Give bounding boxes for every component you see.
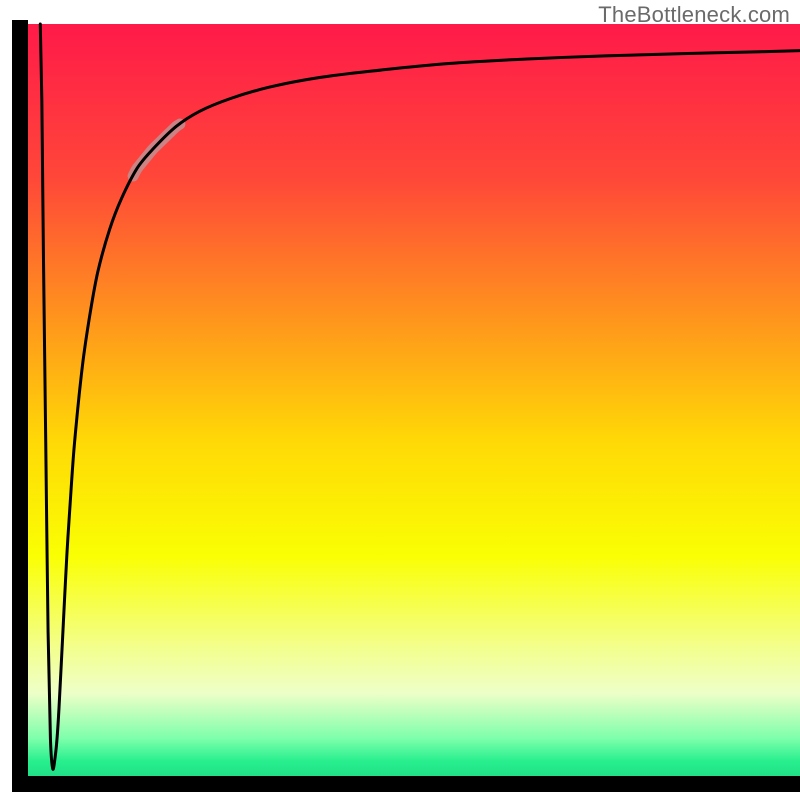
chart-container: TheBottleneck.com — [0, 0, 800, 800]
plot-background — [20, 24, 800, 784]
watermark-text: TheBottleneck.com — [598, 2, 790, 28]
bottleneck-chart — [0, 0, 800, 800]
